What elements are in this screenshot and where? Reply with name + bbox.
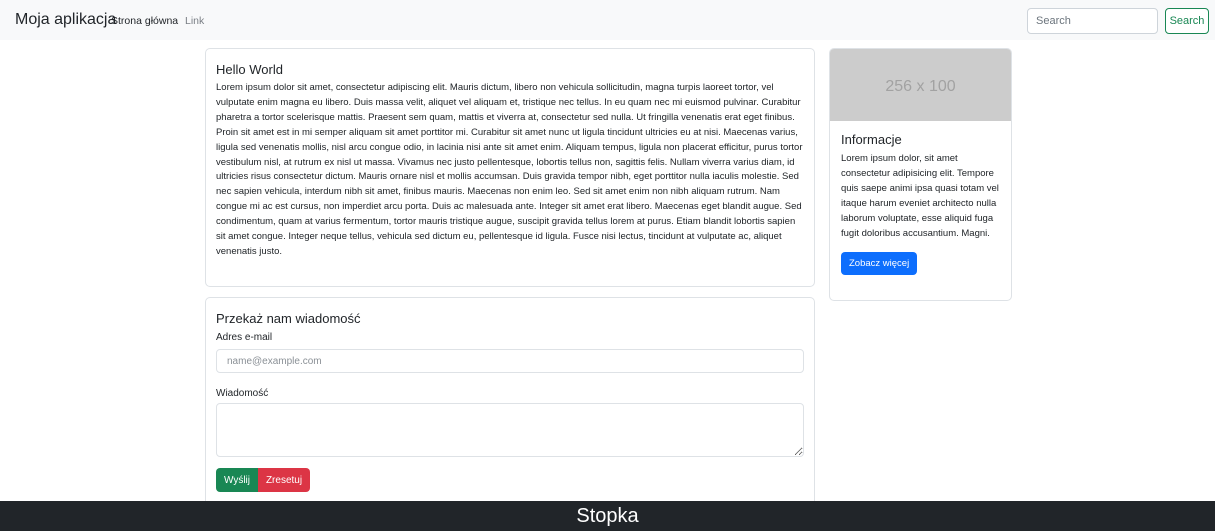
contact-form-card: Przekaż nam wiadomość Adres e-mail Wiado…: [205, 297, 815, 507]
info-card-title: Informacje: [841, 132, 902, 147]
hello-card: Hello World Lorem ipsum dolor sit amet, …: [205, 48, 815, 287]
info-image-placeholder: 256 x 100: [830, 49, 1011, 121]
hello-card-text: Lorem ipsum dolor sit amet, consectetur …: [216, 82, 803, 257]
navbar: Moja aplikacja Strona główna Link Search: [0, 0, 1215, 40]
hello-card-title: Hello World: [216, 62, 283, 77]
message-label: Wiadomość: [216, 388, 269, 399]
info-card: 256 x 100 Informacje Lorem ipsum dolor, …: [829, 48, 1012, 301]
info-card-text: Lorem ipsum dolor, sit amet consectetur …: [841, 153, 999, 239]
brand-link[interactable]: Moja aplikacja: [15, 11, 116, 29]
message-textarea[interactable]: [216, 403, 804, 457]
info-card-body: Informacje Lorem ipsum dolor, sit amet c…: [830, 121, 1011, 286]
see-more-button[interactable]: Zobacz więcej: [841, 252, 918, 276]
form-title: Przekaż nam wiadomość: [216, 311, 361, 326]
nav-link-home[interactable]: Strona główna: [111, 15, 178, 27]
reset-button[interactable]: Zresetuj: [258, 468, 310, 492]
search-button[interactable]: Search: [1165, 8, 1209, 34]
footer: Stopka: [0, 501, 1215, 531]
email-field[interactable]: [216, 349, 804, 373]
email-label: Adres e-mail: [216, 332, 273, 343]
send-button[interactable]: Wyślij: [216, 468, 258, 492]
form-button-group: Wyślij Zresetuj: [216, 468, 310, 492]
nav-link-link[interactable]: Link: [185, 15, 204, 27]
search-input[interactable]: [1027, 8, 1158, 34]
